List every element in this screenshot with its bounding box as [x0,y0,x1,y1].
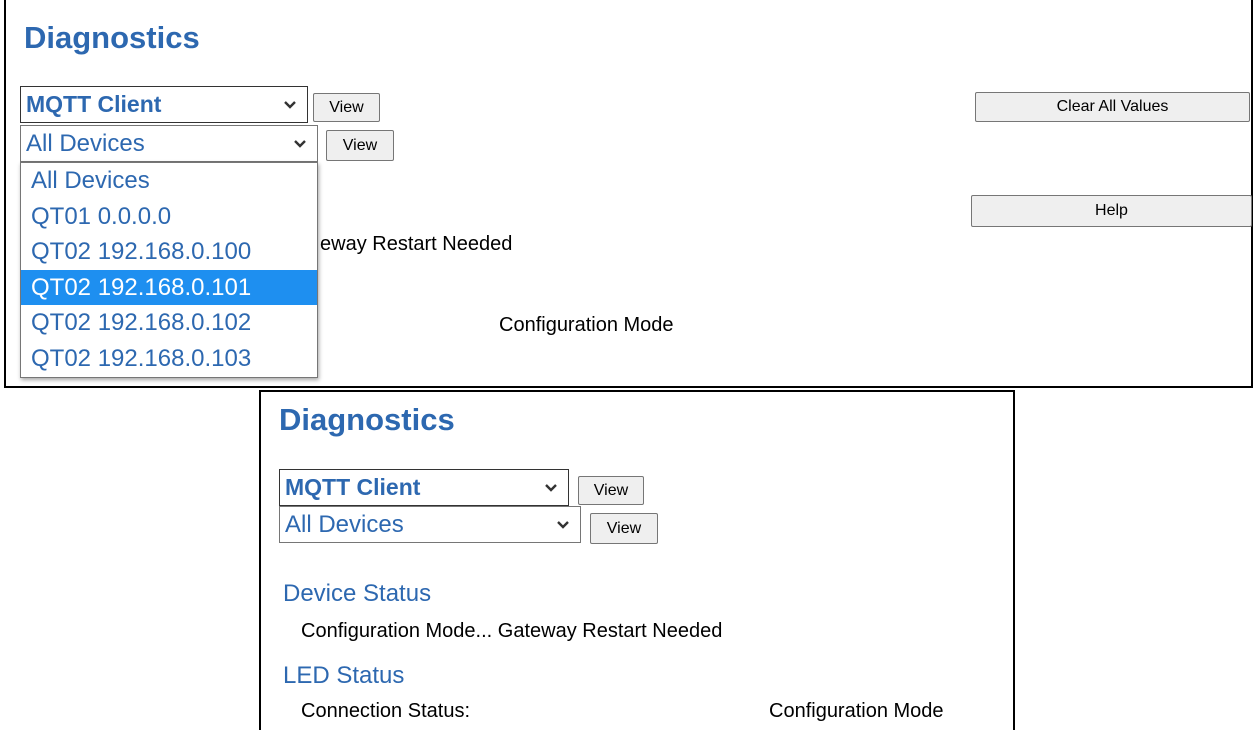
device-status-heading: Device Status [283,580,432,607]
module-select-value: MQTT Client [26,91,162,117]
device-view-button[interactable]: View [590,513,658,544]
page-title: Diagnostics [279,402,455,437]
diagnostics-panel-top: Diagnostics MQTT Client View All Devices… [4,0,1253,388]
device-select[interactable]: All Devices [20,125,318,162]
dropdown-option[interactable]: QT02 192.168.0.102 [21,305,317,341]
device-select-value: All Devices [285,510,404,538]
device-dropdown-list[interactable]: All Devices QT01 0.0.0.0 QT02 192.168.0.… [20,162,318,378]
dropdown-option[interactable]: QT01 0.0.0.0 [21,199,317,235]
module-view-button[interactable]: View [578,476,644,505]
connection-status-label: Connection Status: [301,700,470,722]
module-select[interactable]: MQTT Client [279,469,569,506]
device-select-value: All Devices [26,129,145,157]
gateway-restart-text: eway Restart Needed [320,233,513,255]
device-status-line: Configuration Mode... Gateway Restart Ne… [301,620,723,642]
chevron-down-icon [557,520,569,529]
chevron-down-icon [545,483,557,492]
led-status-heading: LED Status [283,662,405,689]
page-title: Diagnostics [24,20,200,55]
connection-status-value: Configuration Mode [499,314,674,336]
dropdown-option[interactable]: QT02 192.168.0.100 [21,234,317,270]
device-select[interactable]: All Devices [279,506,581,543]
module-view-button[interactable]: View [313,93,380,122]
dropdown-option[interactable]: All Devices [21,163,317,199]
connection-status-value: Configuration Mode [769,700,944,722]
dropdown-option[interactable]: QT02 192.168.0.103 [21,341,317,377]
chevron-down-icon [294,139,306,148]
module-select-value: MQTT Client [285,474,421,500]
device-view-button[interactable]: View [326,130,394,161]
help-button[interactable]: Help [971,195,1252,227]
clear-all-values-button[interactable]: Clear All Values [975,92,1250,122]
module-select[interactable]: MQTT Client [20,86,308,123]
chevron-down-icon [284,100,296,109]
diagnostics-panel-bottom: Diagnostics MQTT Client View All Devices… [259,390,1015,730]
dropdown-option[interactable]: QT02 192.168.0.101 [21,269,317,305]
